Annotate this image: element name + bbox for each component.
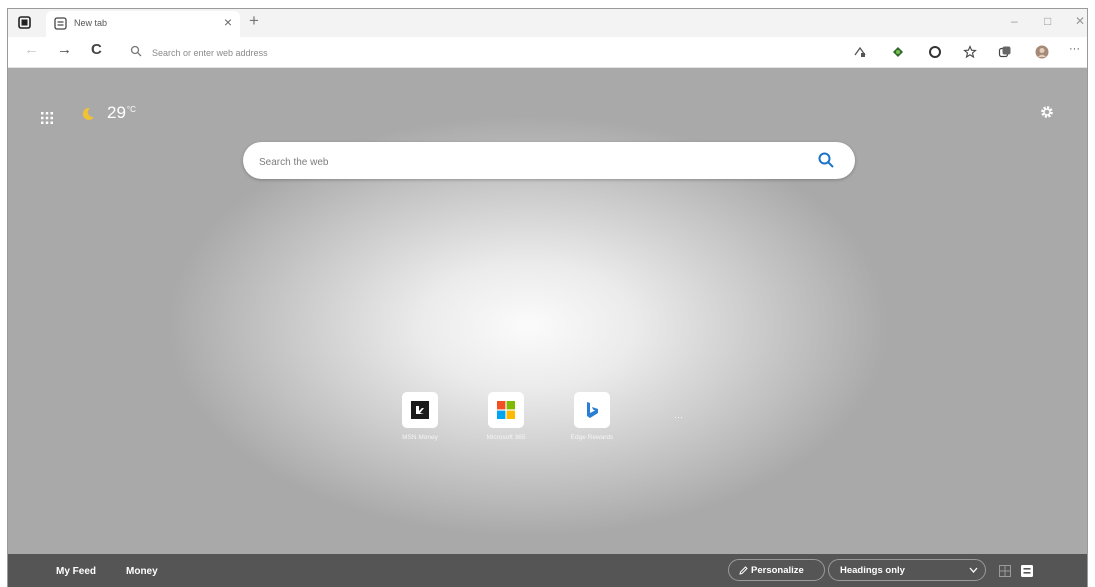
- address-toolbar: ← → C Search or enter web address ···: [8, 37, 1087, 68]
- forward-button[interactable]: →: [57, 41, 72, 58]
- temperature-value: 29: [107, 103, 126, 122]
- content-visibility-value: Headings only: [840, 565, 905, 576]
- pencil-icon: [739, 566, 748, 575]
- personalize-label: Personalize: [751, 565, 804, 576]
- new-tab-page-icon: [54, 17, 67, 30]
- app-launcher-icon[interactable]: [41, 112, 53, 124]
- temperature-unit: °C: [126, 105, 136, 114]
- gear-icon[interactable]: [1039, 104, 1055, 120]
- minimize-button[interactable]: –: [1011, 14, 1018, 28]
- personalize-button[interactable]: Personalize: [728, 559, 825, 581]
- chevron-down-icon: [969, 567, 978, 573]
- quick-link-label: Microsoft 365: [486, 434, 526, 441]
- quick-link-tile: [574, 392, 610, 428]
- refresh-button[interactable]: C: [91, 41, 102, 58]
- more-menu-button[interactable]: ···: [1069, 43, 1080, 55]
- tab-my-feed[interactable]: My Feed: [56, 566, 96, 577]
- close-window-button[interactable]: ✕: [1075, 14, 1085, 28]
- address-input[interactable]: [150, 43, 654, 63]
- tab-strip: New tab × + – □ ✕: [8, 9, 1087, 37]
- web-search-input[interactable]: [257, 151, 801, 173]
- maximize-button[interactable]: □: [1044, 14, 1051, 28]
- collections-icon[interactable]: [998, 45, 1012, 59]
- list-layout-icon[interactable]: [1021, 565, 1033, 577]
- feed-navigation-bar: My Feed Money Personalize Headings only: [8, 554, 1087, 587]
- extension-icon[interactable]: [891, 45, 905, 59]
- quick-link-tile: [402, 392, 438, 428]
- search-icon[interactable]: [817, 151, 835, 169]
- tab-close-icon[interactable]: ×: [224, 14, 232, 30]
- tab-money[interactable]: Money: [126, 566, 158, 577]
- shield-icon[interactable]: [928, 45, 942, 59]
- more-quick-links-button[interactable]: ···: [674, 412, 683, 422]
- address-bar[interactable]: [130, 43, 830, 63]
- quick-link-edge-rewards[interactable]: Edge Rewards: [547, 392, 637, 441]
- moon-icon: [82, 107, 94, 120]
- grid-layout-icon[interactable]: [999, 565, 1011, 577]
- quick-link-microsoft-365[interactable]: Microsoft 365: [461, 392, 551, 441]
- read-aloud-icon[interactable]: [853, 45, 867, 59]
- quick-link-label: Edge Rewards: [570, 434, 614, 441]
- browser-window: New tab × + – □ ✕ ← → C Search or enter …: [7, 8, 1088, 587]
- search-icon: [130, 45, 142, 57]
- msn-money-icon: [411, 401, 429, 419]
- content-visibility-dropdown[interactable]: Headings only: [828, 559, 986, 581]
- back-button[interactable]: ←: [24, 41, 39, 58]
- new-tab-page: 29°C MSN Money: [8, 68, 1087, 554]
- tab-title: New tab: [74, 18, 108, 28]
- quick-link-tile: [488, 392, 524, 428]
- favorites-icon[interactable]: [963, 45, 977, 59]
- bing-icon: [587, 402, 598, 418]
- quick-link-msn-money[interactable]: MSN Money: [375, 392, 465, 441]
- profile-avatar-icon[interactable]: [1035, 45, 1049, 59]
- weather-temperature[interactable]: 29°C: [107, 103, 136, 123]
- tab-new-tab[interactable]: New tab ×: [46, 11, 240, 37]
- tab-actions-icon[interactable]: [18, 16, 31, 29]
- quick-link-label: MSN Money: [402, 434, 438, 441]
- new-tab-button[interactable]: +: [249, 11, 259, 31]
- web-search-box[interactable]: [243, 142, 855, 179]
- microsoft-365-icon: [497, 401, 515, 419]
